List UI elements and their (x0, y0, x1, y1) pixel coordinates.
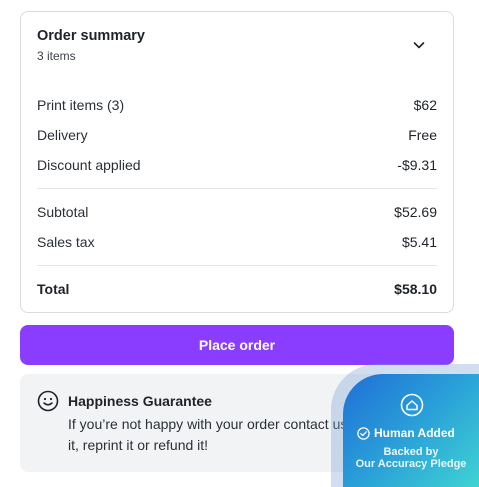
place-order-button[interactable]: Place order (20, 325, 454, 365)
chevron-down-icon[interactable] (411, 37, 427, 53)
summary-row-sales-tax: Sales tax $5.41 (37, 232, 437, 252)
home-shield-icon (400, 393, 424, 417)
guarantee-title: Happiness Guarantee (68, 393, 212, 409)
badge-title: Human Added (374, 426, 455, 440)
total-label: Total (37, 281, 70, 297)
summary-row-delivery: Delivery Free (37, 125, 437, 145)
row-label: Discount applied (37, 157, 141, 173)
row-label: Print items (3) (37, 97, 125, 113)
subtotal-value: $52.69 (394, 204, 437, 220)
summary-row-discount: Discount applied -$9.31 (37, 155, 437, 175)
order-summary-card: Order summary 3 items Print items (3) $6… (20, 11, 454, 313)
sales-tax-label: Sales tax (37, 234, 95, 250)
smiley-face-icon (37, 390, 59, 412)
badge-title-row: Human Added (357, 426, 455, 440)
row-value: $62 (413, 97, 437, 113)
divider (37, 265, 437, 266)
item-count: 3 items (37, 49, 76, 63)
subtotal-label: Subtotal (37, 204, 89, 220)
divider (37, 188, 437, 189)
accuracy-pledge-badge[interactable]: Human Added Backed by Our Accuracy Pledg… (343, 374, 479, 487)
badge-line-2: Our Accuracy Pledge (355, 458, 467, 470)
badge-line-1: Backed by (383, 446, 439, 458)
sales-tax-value: $5.41 (401, 234, 437, 250)
summary-row-total: Total $58.10 (37, 279, 437, 299)
order-summary-title: Order summary (37, 28, 145, 44)
check-circle-icon (357, 426, 370, 440)
row-label: Delivery (37, 127, 88, 143)
summary-row-print-items: Print items (3) $62 (37, 95, 437, 115)
row-value: Free (408, 127, 437, 143)
summary-row-subtotal: Subtotal $52.69 (37, 202, 437, 222)
total-value: $58.10 (394, 281, 437, 297)
row-value: -$9.31 (397, 157, 437, 173)
